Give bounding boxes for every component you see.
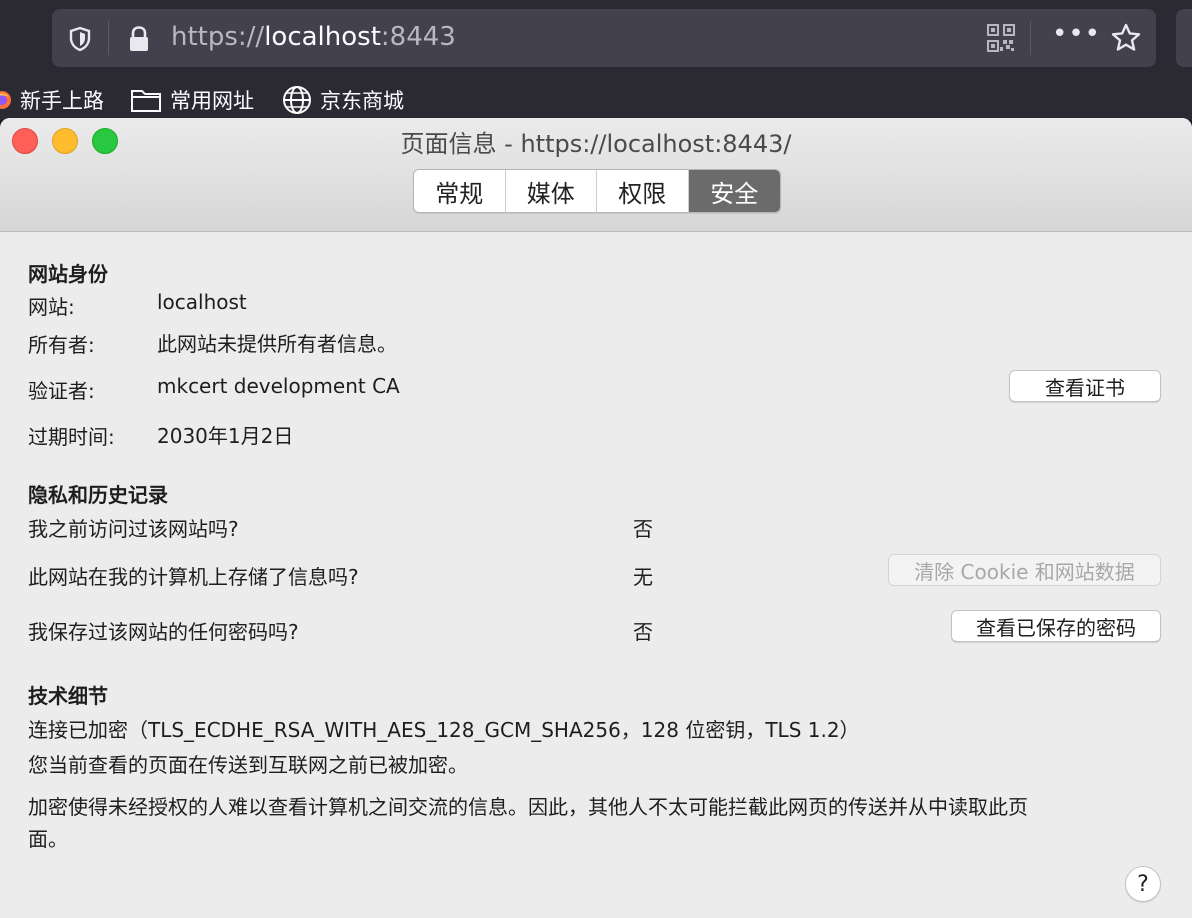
bookmark-label: 京东商城 — [320, 89, 404, 113]
folder-icon — [131, 90, 161, 112]
bookmark-label: 新手上路 — [20, 89, 104, 113]
view-saved-passwords-button[interactable]: 查看已保存的密码 — [951, 610, 1161, 642]
tab-security[interactable]: 安全 — [688, 170, 780, 212]
clear-cookies-button[interactable]: 清除 Cookie 和网站数据 — [888, 554, 1161, 586]
visited-answer: 否 — [633, 517, 653, 541]
lock-icon[interactable] — [126, 25, 152, 53]
encryption-explanation: 加密使得未经授权的人难以查看计算机之间交流的信息。因此，其他人不太可能拦截此网页… — [28, 795, 1028, 819]
toolbar-overflow-edge — [1176, 9, 1192, 67]
identity-heading: 网站身份 — [28, 262, 108, 286]
help-button[interactable]: ? — [1125, 866, 1161, 902]
page-info-dialog: 页面信息 - https://localhost:8443/ 常规 媒体 权限 … — [0, 118, 1192, 918]
browser-toolbar: https://localhost:8443 ••• — [0, 0, 1192, 80]
website-label: 网站: — [28, 295, 75, 319]
globe-icon — [283, 86, 311, 114]
tab-general[interactable]: 常规 — [414, 170, 506, 212]
bookmarks-bar: 新手上路 常用网址 京东商城 — [0, 80, 1192, 120]
passwords-answer: 否 — [633, 620, 653, 644]
privacy-heading: 隐私和历史记录 — [28, 483, 168, 507]
firefox-icon — [0, 91, 11, 109]
more-actions-icon[interactable]: ••• — [1052, 19, 1101, 49]
owner-value: 此网站未提供所有者信息。 — [157, 332, 397, 356]
qr-code-icon[interactable] — [986, 23, 1016, 53]
stored-info-question: 此网站在我的计算机上存储了信息吗? — [28, 565, 359, 589]
url-port: :8443 — [380, 22, 456, 52]
security-panel: 网站身份 网站: localhost 所有者: 此网站未提供所有者信息。 验证者… — [0, 232, 1192, 918]
expiry-value: 2030年1月2日 — [157, 424, 294, 448]
stored-info-answer: 无 — [633, 565, 653, 589]
dialog-titlebar: 页面信息 - https://localhost:8443/ 常规 媒体 权限 … — [0, 118, 1192, 232]
tracking-shield-icon[interactable] — [66, 25, 94, 53]
url-separator — [1030, 21, 1031, 55]
url-host: localhost — [264, 22, 381, 52]
website-value: localhost — [157, 290, 247, 314]
bookmark-item[interactable]: 新手上路 — [0, 86, 104, 114]
expiry-label: 过期时间: — [28, 425, 115, 449]
tab-media[interactable]: 媒体 — [506, 170, 597, 212]
url-text[interactable]: https://localhost:8443 — [171, 22, 456, 52]
connection-info: 连接已加密（TLS_ECDHE_RSA_WITH_AES_128_GCM_SHA… — [28, 718, 860, 742]
bookmark-star-icon[interactable] — [1110, 22, 1142, 54]
url-scheme: https:// — [171, 22, 265, 52]
view-certificate-button[interactable]: 查看证书 — [1009, 370, 1161, 402]
dialog-title: 页面信息 - https://localhost:8443/ — [400, 130, 792, 158]
owner-label: 所有者: — [28, 333, 95, 357]
bookmark-label: 常用网址 — [170, 89, 254, 113]
url-separator — [108, 21, 109, 55]
passwords-question: 我保存过该网站的任何密码吗? — [28, 620, 299, 644]
encryption-explanation-cont: 面。 — [28, 827, 68, 851]
verifier-label: 验证者: — [28, 379, 95, 403]
tab-permissions[interactable]: 权限 — [597, 170, 689, 212]
bookmark-folder[interactable]: 常用网址 — [130, 86, 254, 114]
encryption-note: 您当前查看的页面在传送到互联网之前已被加密。 — [28, 753, 468, 777]
tab-bar: 常规 媒体 权限 安全 — [413, 169, 781, 213]
visited-question: 我之前访问过该网站吗? — [28, 517, 239, 541]
bookmark-item[interactable]: 京东商城 — [282, 86, 404, 114]
verifier-value: mkcert development CA — [157, 374, 400, 398]
url-bar[interactable]: https://localhost:8443 ••• — [52, 9, 1156, 67]
technical-heading: 技术细节 — [28, 684, 108, 708]
